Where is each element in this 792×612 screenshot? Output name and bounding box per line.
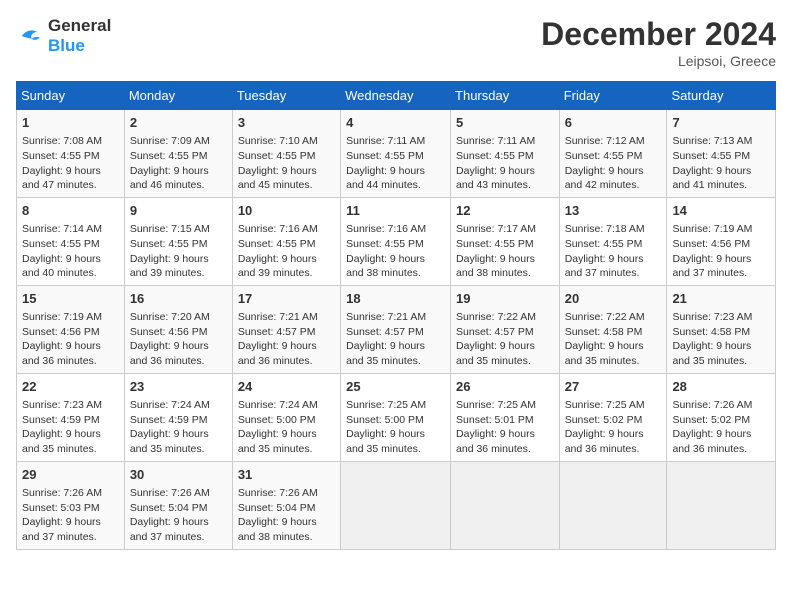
table-row: 26Sunrise: 7:25 AMSunset: 5:01 PMDayligh… [451, 373, 560, 461]
col-friday: Friday [559, 82, 667, 110]
table-row: 3Sunrise: 7:10 AMSunset: 4:55 PMDaylight… [232, 110, 340, 198]
table-row: 9Sunrise: 7:15 AMSunset: 4:55 PMDaylight… [124, 197, 232, 285]
col-thursday: Thursday [451, 82, 560, 110]
table-row: 15Sunrise: 7:19 AMSunset: 4:56 PMDayligh… [17, 285, 125, 373]
table-row: 13Sunrise: 7:18 AMSunset: 4:55 PMDayligh… [559, 197, 667, 285]
col-monday: Monday [124, 82, 232, 110]
table-row: 6Sunrise: 7:12 AMSunset: 4:55 PMDaylight… [559, 110, 667, 198]
table-row [559, 461, 667, 549]
col-wednesday: Wednesday [341, 82, 451, 110]
col-saturday: Saturday [667, 82, 776, 110]
table-row: 10Sunrise: 7:16 AMSunset: 4:55 PMDayligh… [232, 197, 340, 285]
logo-icon [16, 22, 44, 50]
table-row: 4Sunrise: 7:11 AMSunset: 4:55 PMDaylight… [341, 110, 451, 198]
table-row: 14Sunrise: 7:19 AMSunset: 4:56 PMDayligh… [667, 197, 776, 285]
table-row: 24Sunrise: 7:24 AMSunset: 5:00 PMDayligh… [232, 373, 340, 461]
table-row: 8Sunrise: 7:14 AMSunset: 4:55 PMDaylight… [17, 197, 125, 285]
table-row: 17Sunrise: 7:21 AMSunset: 4:57 PMDayligh… [232, 285, 340, 373]
table-row: 27Sunrise: 7:25 AMSunset: 5:02 PMDayligh… [559, 373, 667, 461]
page-header: General Blue December 2024 Leipsoi, Gree… [16, 16, 776, 69]
table-row: 29Sunrise: 7:26 AMSunset: 5:03 PMDayligh… [17, 461, 125, 549]
table-row: 22Sunrise: 7:23 AMSunset: 4:59 PMDayligh… [17, 373, 125, 461]
calendar-table: Sunday Monday Tuesday Wednesday Thursday… [16, 81, 776, 550]
col-sunday: Sunday [17, 82, 125, 110]
table-row [451, 461, 560, 549]
table-row: 12Sunrise: 7:17 AMSunset: 4:55 PMDayligh… [451, 197, 560, 285]
table-row: 2Sunrise: 7:09 AMSunset: 4:55 PMDaylight… [124, 110, 232, 198]
table-row: 31Sunrise: 7:26 AMSunset: 5:04 PMDayligh… [232, 461, 340, 549]
table-row [667, 461, 776, 549]
logo: General Blue [16, 16, 111, 56]
table-row: 5Sunrise: 7:11 AMSunset: 4:55 PMDaylight… [451, 110, 560, 198]
table-row: 23Sunrise: 7:24 AMSunset: 4:59 PMDayligh… [124, 373, 232, 461]
table-row: 21Sunrise: 7:23 AMSunset: 4:58 PMDayligh… [667, 285, 776, 373]
table-row: 1Sunrise: 7:08 AMSunset: 4:55 PMDaylight… [17, 110, 125, 198]
title-block: December 2024 Leipsoi, Greece [541, 16, 776, 69]
table-row: 19Sunrise: 7:22 AMSunset: 4:57 PMDayligh… [451, 285, 560, 373]
table-row: 18Sunrise: 7:21 AMSunset: 4:57 PMDayligh… [341, 285, 451, 373]
month-title: December 2024 [541, 16, 776, 53]
table-row [341, 461, 451, 549]
table-row: 30Sunrise: 7:26 AMSunset: 5:04 PMDayligh… [124, 461, 232, 549]
table-row: 16Sunrise: 7:20 AMSunset: 4:56 PMDayligh… [124, 285, 232, 373]
table-row: 25Sunrise: 7:25 AMSunset: 5:00 PMDayligh… [341, 373, 451, 461]
table-row: 28Sunrise: 7:26 AMSunset: 5:02 PMDayligh… [667, 373, 776, 461]
logo-text: General Blue [48, 16, 111, 56]
table-row: 20Sunrise: 7:22 AMSunset: 4:58 PMDayligh… [559, 285, 667, 373]
table-row: 11Sunrise: 7:16 AMSunset: 4:55 PMDayligh… [341, 197, 451, 285]
col-tuesday: Tuesday [232, 82, 340, 110]
header-row: Sunday Monday Tuesday Wednesday Thursday… [17, 82, 776, 110]
location: Leipsoi, Greece [541, 53, 776, 69]
table-row: 7Sunrise: 7:13 AMSunset: 4:55 PMDaylight… [667, 110, 776, 198]
